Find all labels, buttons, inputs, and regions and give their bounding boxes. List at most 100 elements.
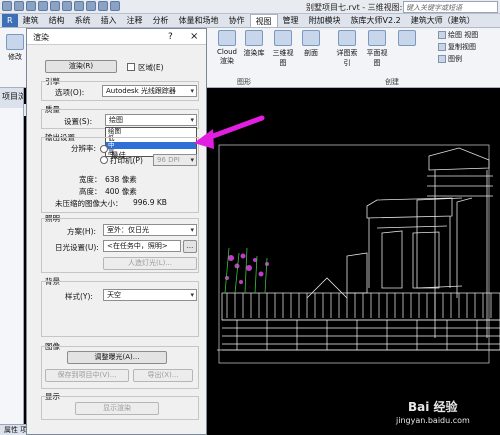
- chevron-down-icon: ▾: [190, 116, 194, 124]
- ribbon-tabs: R 建筑 结构 系统 插入 注释 分析 体量和场地 协作 视图 管理 附加模块 …: [0, 14, 500, 28]
- watermark-logo: Bai 经验: [408, 400, 458, 414]
- measure-icon[interactable]: [74, 1, 84, 11]
- modify-label: 修改: [8, 53, 22, 61]
- region-checkbox[interactable]: [127, 63, 135, 71]
- render-button[interactable]: 渲染(R): [45, 60, 117, 73]
- printer-radio[interactable]: [100, 156, 108, 164]
- lighting-scheme-value: 室外：仅日光: [107, 226, 149, 234]
- tab-analyze[interactable]: 分析: [148, 14, 174, 27]
- quality-setting-select[interactable]: 绘图 ▾: [105, 114, 197, 126]
- region-label: 区域(E): [138, 63, 164, 72]
- tab-structure[interactable]: 结构: [44, 14, 70, 27]
- render-dialog: 渲染 ? × 渲染(R) 区域(E) 引擎 选项(O): Autodesk 光线…: [26, 28, 207, 435]
- save-to-project-button: 保存到项目中(V)...: [45, 369, 129, 382]
- legend-button[interactable]: 图例: [438, 54, 462, 64]
- quality-setting-value: 绘图: [109, 116, 123, 124]
- tab-annotate[interactable]: 注释: [122, 14, 148, 27]
- image-size-value: 996.9 KB: [133, 198, 167, 207]
- plan-view-button[interactable]: 平面视图: [366, 30, 388, 68]
- dpi-value: 96 DPI: [157, 156, 180, 164]
- tab-view[interactable]: 视图: [249, 14, 278, 27]
- 3d-view-canvas[interactable]: [207, 88, 500, 435]
- text-icon[interactable]: [86, 1, 96, 11]
- dialog-title-bar: 渲染 ? ×: [27, 29, 206, 45]
- 3d-view-icon[interactable]: [98, 1, 108, 11]
- watermark-url: jingyan.baidu.com: [396, 416, 470, 425]
- close-icon[interactable]: ×: [190, 31, 198, 42]
- quality-option[interactable]: 绘图: [106, 128, 196, 135]
- building-wireframe: [217, 144, 500, 364]
- tab-addins[interactable]: 附加模块: [304, 14, 346, 27]
- engine-option-value: Autodesk 光线跟踪器: [106, 87, 176, 95]
- print-icon[interactable]: [62, 1, 72, 11]
- project-browser-panel: 项目浏览器: [0, 88, 24, 435]
- duplicate-view-button[interactable]: 复制视图: [438, 42, 476, 52]
- render-gallery-button[interactable]: 渲染库: [243, 30, 265, 58]
- app-menu-icon[interactable]: [2, 1, 12, 11]
- lighting-scheme-select[interactable]: 室外：仅日光 ▾: [103, 224, 197, 236]
- dialog-title: 渲染: [33, 33, 49, 42]
- file-tab[interactable]: R: [2, 14, 18, 27]
- tab-massing[interactable]: 体量和场地: [174, 14, 224, 27]
- redo-icon[interactable]: [50, 1, 60, 11]
- cloud-render-label: Cloud 渲染: [217, 48, 237, 65]
- project-browser-header: 项目浏览器: [0, 88, 23, 108]
- callout-icon: [338, 30, 356, 46]
- elevation-icon: [398, 30, 416, 46]
- background-style-value: 天空: [107, 291, 121, 299]
- duplicate-view-icon: [438, 43, 446, 51]
- show-render-button: 显示渲染: [75, 402, 159, 415]
- callout-label: 详图索引: [336, 49, 358, 67]
- chevron-down-icon: ▾: [190, 87, 194, 95]
- chevron-down-icon: ▾: [190, 291, 194, 299]
- legend-icon: [438, 55, 446, 63]
- modify-button[interactable]: 修改: [4, 34, 26, 62]
- tab-architecture[interactable]: 建筑: [18, 14, 44, 27]
- width-value: 638 像素: [105, 175, 137, 184]
- section-icon[interactable]: [110, 1, 120, 11]
- drafting-view-icon: [438, 31, 446, 39]
- save-icon[interactable]: [26, 1, 36, 11]
- engine-option-select[interactable]: Autodesk 光线跟踪器 ▾: [102, 85, 197, 97]
- height-value: 400 像素: [105, 187, 137, 196]
- create-panel-label: 创建: [385, 78, 399, 86]
- plan-view-icon: [368, 30, 386, 46]
- tab-collaborate[interactable]: 协作: [224, 14, 250, 27]
- export-button: 导出(X)...: [133, 369, 193, 382]
- undo-icon[interactable]: [38, 1, 48, 11]
- tab-building-master[interactable]: 建筑大师（建筑）: [406, 14, 480, 27]
- graphics-panel-label: 图形: [237, 78, 251, 86]
- scheme-label: 方案(H):: [67, 227, 97, 236]
- open-icon[interactable]: [14, 1, 24, 11]
- resolution-label: 分辨率:: [71, 144, 97, 153]
- tab-manage[interactable]: 管理: [278, 14, 304, 27]
- height-label: 高度：: [79, 187, 102, 196]
- adjust-exposure-button[interactable]: 调整曝光(A)...: [67, 351, 167, 364]
- search-input[interactable]: 键入关键字或短语: [403, 1, 498, 13]
- dpi-select: 96 DPI ▾: [153, 154, 197, 166]
- section-button[interactable]: 剖面: [302, 30, 320, 58]
- cloud-render-button[interactable]: Cloud 渲染: [214, 30, 240, 66]
- callout-button[interactable]: 详图索引: [334, 30, 360, 68]
- elevation-button[interactable]: [396, 30, 418, 48]
- tab-insert[interactable]: 插入: [96, 14, 122, 27]
- 3d-view-label: 三维视图: [272, 49, 294, 67]
- title-bar: 别墅项目七.rvt - 三维视图: 三... 键入关键字或短语: [0, 0, 500, 14]
- render-gallery-label: 渲染库: [243, 49, 265, 57]
- sun-settings-more-button[interactable]: ...: [183, 240, 197, 253]
- legend-label: 图例: [448, 55, 462, 63]
- cloud-icon: [218, 30, 236, 46]
- house-icon: [274, 30, 292, 46]
- tab-family-master[interactable]: 族库大师V2.2: [346, 14, 406, 27]
- section-label: 剖面: [304, 49, 318, 57]
- screen-radio[interactable]: [100, 145, 108, 153]
- background-style-select[interactable]: 天空 ▾: [103, 289, 197, 301]
- drafting-view-button[interactable]: 绘图 视图: [438, 30, 478, 40]
- tab-systems[interactable]: 系统: [70, 14, 96, 27]
- sun-setting-field[interactable]: <在任务中，照明>: [103, 240, 181, 252]
- sun-setting-label: 日光设置(U):: [55, 243, 99, 252]
- cursor-icon: [6, 34, 24, 50]
- help-icon[interactable]: ?: [168, 32, 173, 42]
- style-label: 样式(Y):: [65, 292, 93, 301]
- 3d-view-button[interactable]: 三维视图: [270, 30, 296, 68]
